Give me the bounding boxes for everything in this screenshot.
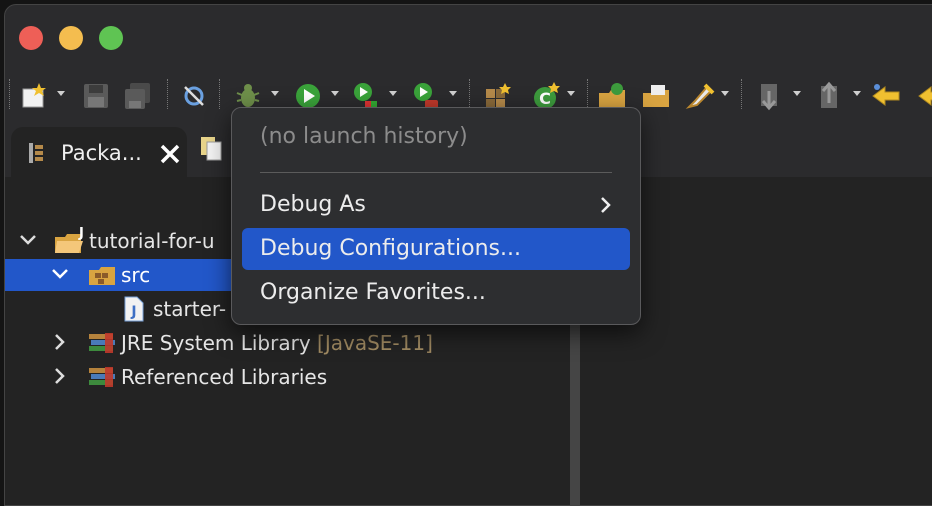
tree-item-label: JRE System Library [JavaSE-11] <box>121 331 433 355</box>
chevron-right-icon[interactable] <box>53 367 67 385</box>
previous-annotation-icon[interactable] <box>815 81 845 111</box>
eclipse-window: C Packa... J tutorial-for-u src J starte… <box>4 4 932 506</box>
tree-item-jre-library[interactable]: JRE System Library [JavaSE-11] <box>5 327 570 359</box>
menu-item-label: Organize Favorites... <box>260 280 486 305</box>
outline-view-icon[interactable] <box>199 135 223 165</box>
chevron-right-icon[interactable] <box>53 333 67 351</box>
coverage-dropdown[interactable] <box>389 91 397 96</box>
save-all-icon[interactable] <box>123 81 153 111</box>
tree-item-label: tutorial-for-u <box>89 229 215 253</box>
toolbar-separator <box>741 79 744 109</box>
jre-library-label: JRE System Library <box>121 331 311 355</box>
new-wizard-dropdown[interactable] <box>57 91 65 96</box>
svg-text:J: J <box>78 226 84 241</box>
tree-item-label: src <box>121 263 151 287</box>
toolbar-separator <box>219 79 222 109</box>
next-annotation-dropdown[interactable] <box>793 91 801 96</box>
external-tools-dropdown[interactable] <box>449 91 457 96</box>
menu-separator <box>260 172 612 173</box>
close-icon[interactable] <box>159 143 181 169</box>
menu-item-label: (no launch history) <box>260 124 468 149</box>
toolbar-separator <box>167 79 170 109</box>
search-dropdown[interactable] <box>721 91 729 96</box>
zoom-window-button[interactable] <box>99 26 123 50</box>
search-icon[interactable] <box>685 81 715 111</box>
new-java-class-dropdown[interactable] <box>567 91 575 96</box>
menu-item-organize-favorites[interactable]: Organize Favorites... <box>242 272 630 314</box>
close-window-button[interactable] <box>19 26 43 50</box>
chevron-down-icon[interactable] <box>51 267 69 281</box>
menu-item-no-launch-history: (no launch history) <box>242 116 630 158</box>
open-task-icon[interactable] <box>641 81 671 111</box>
chevron-down-icon[interactable] <box>19 233 37 247</box>
toolbar-separator <box>9 79 12 109</box>
toolbar-separator <box>587 79 590 109</box>
svg-text:C: C <box>539 89 551 108</box>
library-icon <box>89 367 115 387</box>
tree-item-referenced-libraries[interactable]: Referenced Libraries <box>5 361 570 393</box>
menu-item-debug-as[interactable]: Debug As <box>242 184 630 226</box>
svg-text:J: J <box>130 304 136 320</box>
forward-icon[interactable] <box>917 81 932 111</box>
java-project-icon: J <box>55 226 84 253</box>
debug-dropdown[interactable] <box>271 91 279 96</box>
library-icon <box>89 333 115 353</box>
menu-item-label: Debug Configurations... <box>260 236 521 261</box>
tab-package-explorer-label: Packa... <box>61 141 142 165</box>
jre-version-decoration: [JavaSE-11] <box>317 331 433 355</box>
save-icon[interactable] <box>81 81 111 111</box>
package-explorer-icon <box>27 141 47 169</box>
menu-item-label: Debug As <box>260 192 366 217</box>
minimize-window-button[interactable] <box>59 26 83 50</box>
chevron-right-icon <box>601 197 611 213</box>
previous-annotation-dropdown[interactable] <box>853 91 861 96</box>
tree-item-label: starter- <box>153 297 227 321</box>
new-wizard-icon[interactable] <box>19 81 49 111</box>
next-annotation-icon[interactable] <box>755 81 785 111</box>
toolbar-separator <box>469 79 472 109</box>
tree-item-label: Referenced Libraries <box>121 365 328 389</box>
tab-package-explorer[interactable]: Packa... <box>11 127 187 179</box>
run-dropdown[interactable] <box>331 91 339 96</box>
menu-item-debug-configurations[interactable]: Debug Configurations... <box>242 228 630 270</box>
java-file-icon: J <box>124 296 144 322</box>
source-folder-icon <box>89 267 115 285</box>
skip-breakpoints-icon[interactable] <box>179 81 209 111</box>
back-icon[interactable] <box>871 81 901 111</box>
debug-dropdown-menu: (no launch history) Debug As Debug Confi… <box>231 107 641 325</box>
